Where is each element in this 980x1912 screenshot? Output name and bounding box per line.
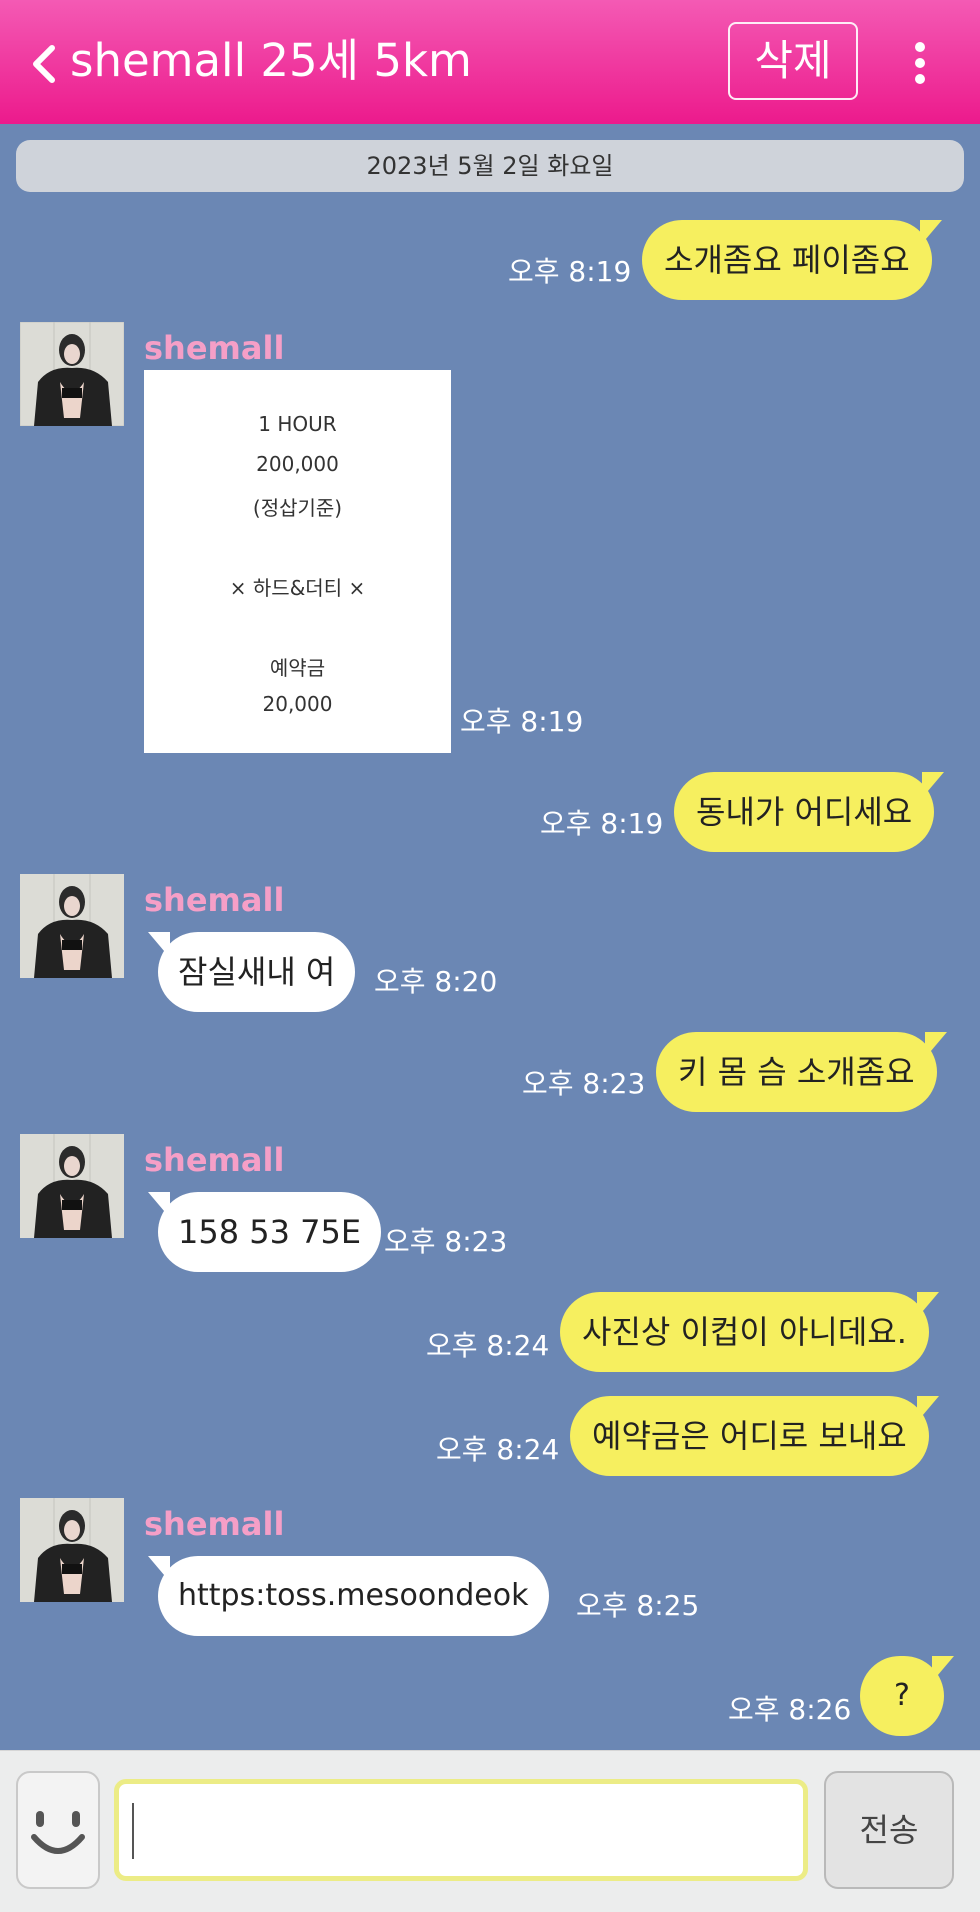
message-time: 오후 8:26 [728,1693,852,1726]
more-vertical-icon[interactable] [905,38,935,88]
sender-name: shemall [144,1141,285,1179]
message-text: https:toss.mesoondeok [178,1578,529,1613]
message-time: 오후 8:25 [576,1589,700,1622]
image-text-line: 20,000 [262,692,333,716]
message-time: 오후 8:23 [522,1067,646,1100]
sender-name: shemall [144,1505,285,1543]
received-message-bubble[interactable]: 잠실새내 여 [148,932,356,1012]
image-text-line: 1 HOUR [258,412,337,436]
message-time: 오후 8:20 [374,965,498,998]
message-time: 오후 8:24 [426,1329,550,1362]
image-message[interactable]: 1 HOUR 200,000 (정삽기준) × 하드&더티 × 예약금 20,0… [144,370,451,753]
image-text-line: (정삽기준) [252,496,343,520]
message-time: 오후 8:19 [508,255,632,288]
avatar[interactable] [20,874,124,978]
avatar[interactable] [20,322,124,426]
message-input-bar: 전송 [0,1750,980,1912]
image-text-line: 예약금 [269,656,326,680]
received-message-bubble[interactable]: https:toss.mesoondeok [148,1556,549,1636]
message-time: 오후 8:19 [460,705,584,738]
sent-message-bubble[interactable]: 동내가 어디세요 [674,772,945,852]
sent-message-bubble[interactable]: 소개좀요 페이좀요 [642,220,942,300]
chevron-left-icon[interactable] [28,44,64,84]
message-text: 158 53 75E [178,1213,362,1251]
sender-name: shemall [144,329,285,367]
text-caret [132,1803,134,1859]
date-divider: 2023년 5월 2일 화요일 [16,140,964,192]
sent-message-bubble[interactable]: ? [860,1656,954,1736]
sent-message-bubble[interactable]: 예약금은 어디로 보내요 [570,1396,939,1476]
message-time: 오후 8:24 [436,1433,560,1466]
chat-title: shemall 25세 5km [70,34,472,87]
avatar[interactable] [20,1498,124,1602]
message-text: 사진상 이컵이 아니데요. [582,1313,907,1351]
message-text: 잠실새내 여 [178,953,336,991]
message-time: 오후 8:19 [540,807,664,840]
message-input[interactable] [114,1779,808,1881]
send-button[interactable]: 전송 [824,1771,954,1889]
message-text: 동내가 어디세요 [696,793,913,831]
message-time: 오후 8:23 [384,1225,508,1258]
emoji-button[interactable] [16,1771,100,1889]
chat-header: shemall 25세 5km 삭제 [0,0,980,124]
sender-name: shemall [144,881,285,919]
delete-button[interactable]: 삭제 [728,22,858,100]
smiley-icon [31,1811,85,1854]
message-text: ? [894,1678,910,1713]
sent-message-bubble[interactable]: 키 몸 슴 소개좀요 [656,1032,947,1112]
image-text-line: 200,000 [256,452,339,476]
message-text: 소개좀요 페이좀요 [664,241,910,279]
message-text: 예약금은 어디로 보내요 [592,1417,907,1455]
message-text: 키 몸 슴 소개좀요 [678,1053,915,1091]
received-message-bubble[interactable]: 158 53 75E [148,1192,382,1272]
sent-message-bubble[interactable]: 사진상 이컵이 아니데요. [560,1292,939,1372]
avatar[interactable] [20,1134,124,1238]
image-text-line: × 하드&더티 × [229,576,366,600]
